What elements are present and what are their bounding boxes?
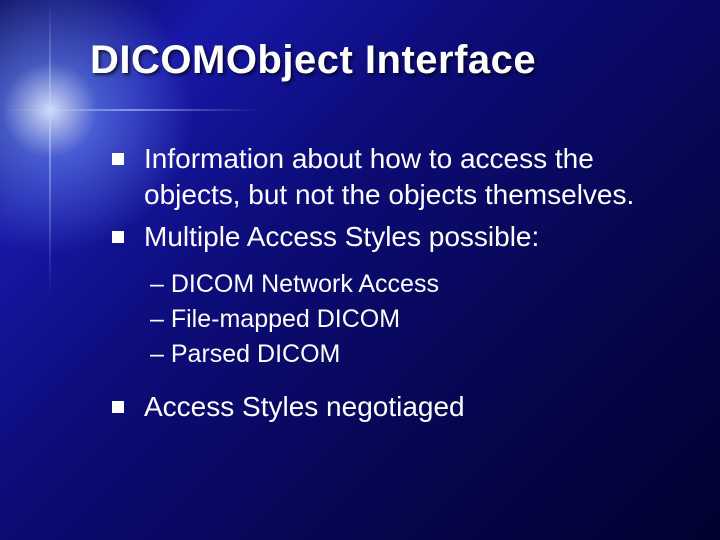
sub-bullet-text: Parsed DICOM <box>171 340 340 368</box>
sub-bullet-text: File-mapped DICOM <box>171 305 400 333</box>
slide: DICOMObject Interface Information about … <box>0 0 720 540</box>
slide-title: DICOMObject Interface <box>90 38 670 83</box>
sub-bullet-list: DICOM Network Access File-mapped DICOM P… <box>144 268 670 371</box>
list-item: Access Styles negotiaged <box>112 389 670 425</box>
sub-bullet-text: DICOM Network Access <box>171 270 439 298</box>
list-item: File-mapped DICOM <box>150 303 670 336</box>
bullet-list: Information about how to access the obje… <box>90 141 670 425</box>
bullet-text: Access Styles negotiaged <box>144 391 465 422</box>
list-item: Parsed DICOM <box>150 338 670 371</box>
bullet-text: Multiple Access Styles possible: <box>144 221 539 252</box>
list-item: DICOM Network Access <box>150 268 670 301</box>
list-item: Multiple Access Styles possible: DICOM N… <box>112 219 670 372</box>
list-item: Information about how to access the obje… <box>112 141 670 213</box>
bullet-text: Information about how to access the obje… <box>144 143 634 210</box>
